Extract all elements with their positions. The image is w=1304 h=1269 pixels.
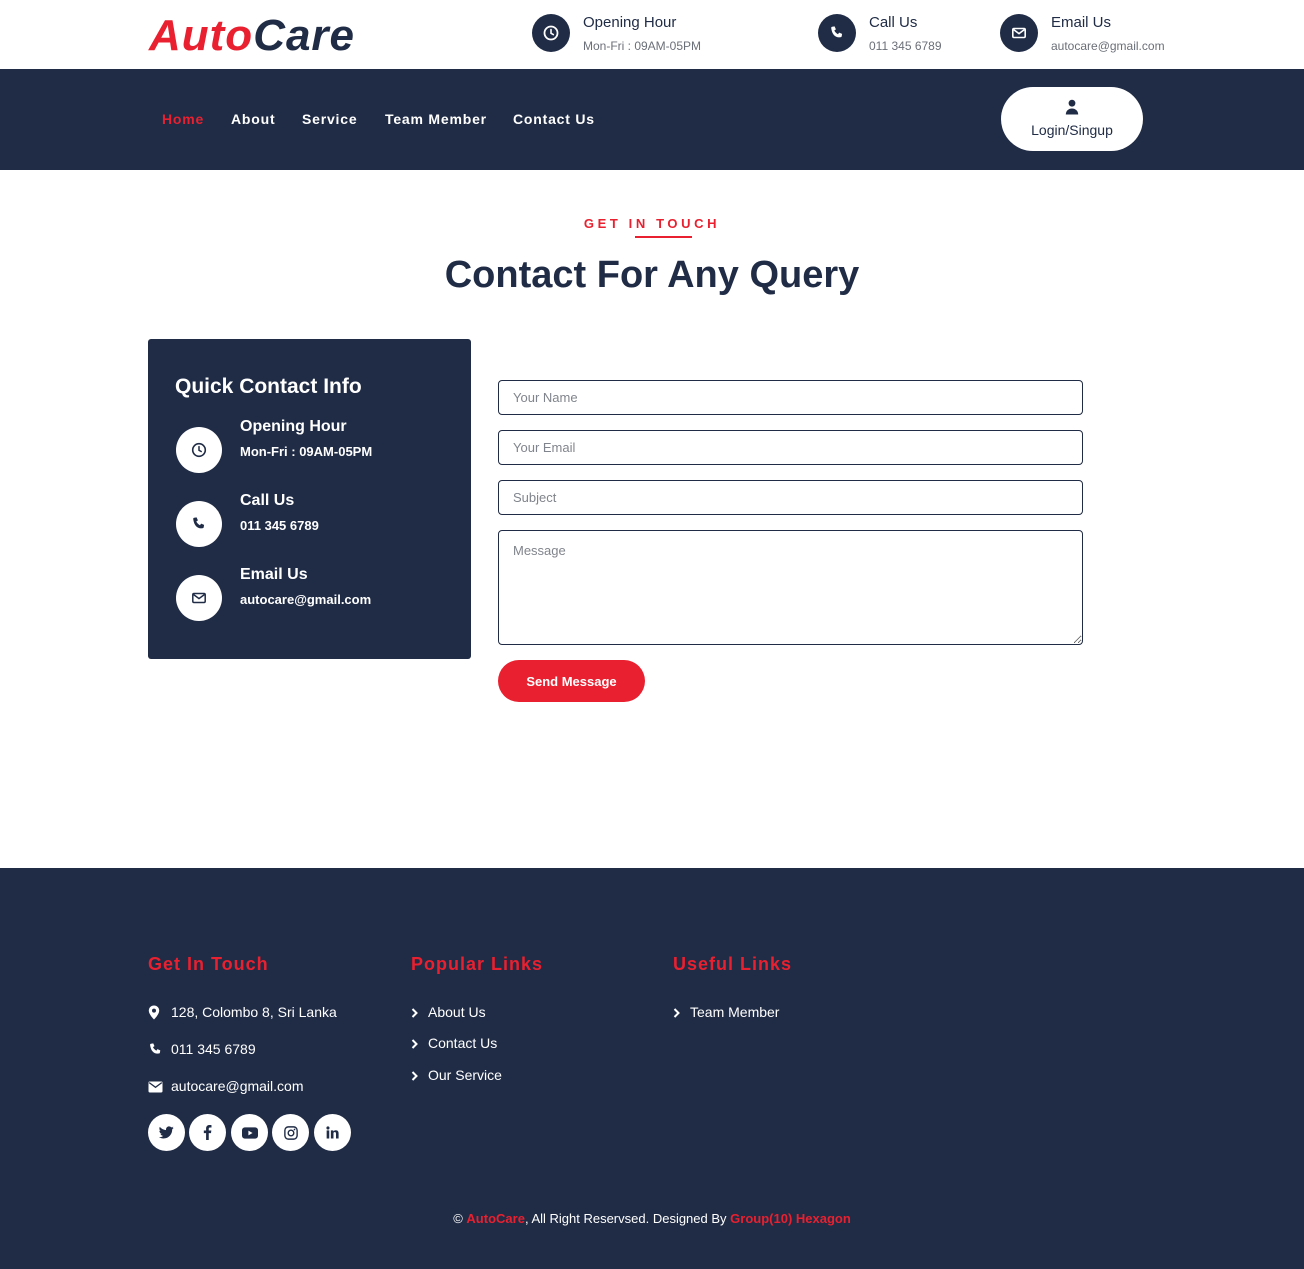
phone-icon [818, 14, 856, 52]
copyright-designer-link[interactable]: Group(10) Hexagon [730, 1211, 851, 1226]
copyright-symbol: © [453, 1211, 463, 1226]
top-call-title: Call Us [869, 14, 918, 31]
linkedin-icon[interactable] [314, 1114, 351, 1151]
quick-contact-opening-value: Mon-Fri : 09AM-05PM [240, 444, 373, 459]
footer-email: autocare@gmail.com [148, 1078, 304, 1095]
nav-about[interactable]: About [231, 111, 275, 128]
quick-contact-call-value: 011 345 6789 [240, 518, 319, 533]
facebook-icon[interactable] [189, 1114, 226, 1151]
brand-logo-part2: Care [253, 11, 356, 60]
top-call-us: Call Us 011 345 6789 [818, 14, 942, 53]
copyright-brand-link[interactable]: AutoCare [466, 1211, 525, 1226]
footer-link-label: About Us [428, 1004, 486, 1020]
footer-link-our-service[interactable]: Our Service [411, 1067, 502, 1084]
copyright-text: © AutoCare, All Right Reservsed. Designe… [0, 1211, 1304, 1227]
user-icon [1065, 99, 1079, 120]
youtube-icon[interactable] [231, 1114, 268, 1151]
email-input[interactable] [498, 430, 1083, 465]
quick-contact-email-value: autocare@gmail.com [240, 592, 372, 607]
copyright-middle: , All Right Reservsed. Designed By [524, 1211, 731, 1226]
instagram-icon[interactable] [272, 1114, 309, 1151]
footer-phone: 011 345 6789 [148, 1041, 256, 1058]
top-call-value: 011 345 6789 [869, 39, 942, 53]
phone-icon [176, 501, 222, 547]
top-email-value: autocare@gmail.com [1051, 39, 1165, 53]
quick-contact-card: Quick Contact Info Opening Hour Mon-Fri … [148, 339, 471, 659]
subject-input[interactable] [498, 480, 1083, 515]
footer-link-label: Contact Us [428, 1035, 498, 1051]
chevron-right-icon [411, 1007, 428, 1018]
footer-link-team-member[interactable]: Team Member [673, 1004, 779, 1021]
footer-useful-links-title: Useful Links [673, 954, 793, 974]
nav-contact-us[interactable]: Contact Us [513, 111, 595, 128]
footer-link-about-us[interactable]: About Us [411, 1004, 486, 1021]
nav-service[interactable]: Service [302, 111, 357, 128]
clock-icon [532, 14, 570, 52]
clock-icon [176, 427, 222, 473]
quick-contact-email-title: Email Us [240, 566, 308, 583]
nav-home[interactable]: Home [162, 111, 204, 128]
envelope-icon [1000, 14, 1038, 52]
site-footer: Get In Touch 128, Colombo 8, Sri Lanka 0… [0, 868, 1304, 1269]
top-opening-value: Mon-Fri : 09AM-05PM [583, 39, 702, 53]
top-opening-hour: Opening Hour Mon-Fri : 09AM-05PM [532, 14, 701, 53]
quick-contact-title: Quick Contact Info [175, 375, 362, 398]
footer-link-contact-us[interactable]: Contact Us [411, 1035, 497, 1052]
main-navbar: Home About Service Team Member Contact U… [0, 69, 1304, 170]
footer-address-text: 128, Colombo 8, Sri Lanka [171, 1004, 337, 1020]
login-signup-button[interactable]: Login/Singup [1001, 87, 1143, 151]
footer-link-label: Team Member [690, 1004, 780, 1020]
login-signup-label: Login/Singup [1031, 122, 1113, 138]
send-message-button[interactable]: Send Message [498, 660, 645, 702]
twitter-icon[interactable] [148, 1114, 185, 1151]
top-email-us: Email Us autocare@gmail.com [1000, 14, 1165, 53]
brand-logo-part1: Auto [149, 11, 254, 60]
map-pin-icon [148, 1005, 171, 1020]
name-input[interactable] [498, 380, 1083, 415]
envelope-icon [176, 575, 222, 621]
chevron-right-icon [411, 1038, 428, 1049]
section-eyebrow: GET IN TOUCH [583, 216, 721, 231]
footer-link-label: Our Service [428, 1067, 502, 1083]
envelope-icon [148, 1081, 171, 1093]
quick-contact-call-title: Call Us [240, 492, 295, 509]
footer-popular-links-title: Popular Links [411, 954, 544, 974]
footer-email-text: autocare@gmail.com [171, 1078, 304, 1094]
footer-address: 128, Colombo 8, Sri Lanka [148, 1004, 337, 1021]
quick-contact-opening-title: Opening Hour [240, 418, 347, 435]
phone-icon [148, 1042, 171, 1057]
top-opening-title: Opening Hour [583, 14, 677, 31]
eyebrow-underline [635, 236, 692, 238]
chevron-right-icon [673, 1007, 690, 1018]
chevron-right-icon [411, 1070, 428, 1081]
top-header: AutoCare Opening Hour Mon-Fri : 09AM-05P… [0, 0, 1304, 69]
footer-phone-text: 011 345 6789 [171, 1041, 256, 1057]
top-email-title: Email Us [1051, 14, 1112, 31]
footer-get-in-touch-title: Get In Touch [148, 954, 269, 974]
page-title: Contact For Any Query [444, 254, 860, 296]
message-textarea[interactable] [498, 530, 1083, 645]
nav-team-member[interactable]: Team Member [385, 111, 487, 128]
brand-logo[interactable]: AutoCare [149, 10, 355, 62]
